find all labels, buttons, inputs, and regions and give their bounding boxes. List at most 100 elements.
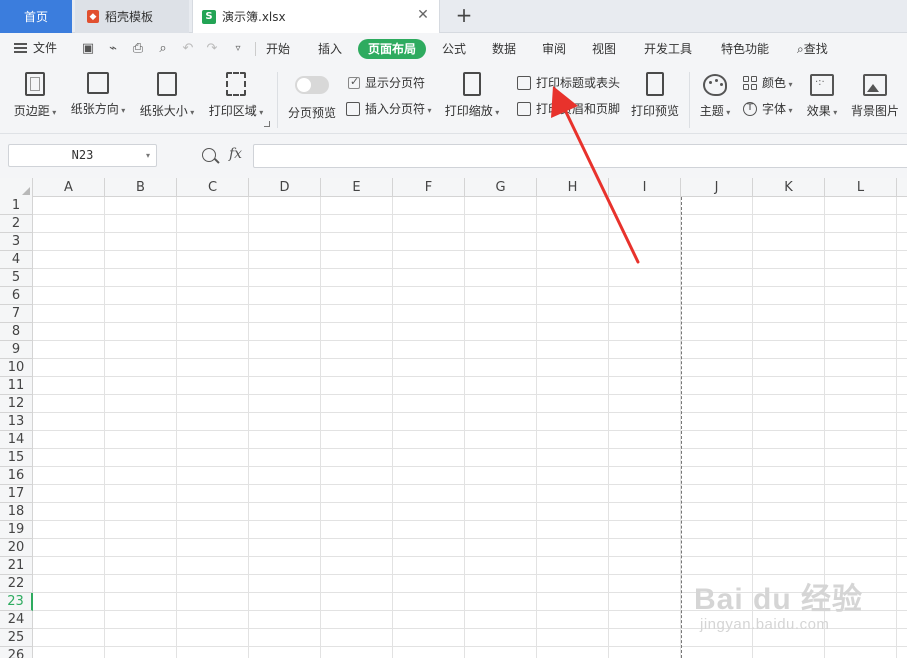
grid-row-line — [33, 502, 907, 503]
row-header[interactable]: 6 — [0, 287, 33, 305]
print-preview-icon — [646, 72, 664, 96]
row-header[interactable]: 19 — [0, 521, 33, 539]
row-header[interactable]: 9 — [0, 341, 33, 359]
tab-docer-templates[interactable]: ◆ 稻壳模板 — [75, 0, 189, 33]
row-header[interactable]: 18 — [0, 503, 33, 521]
print-titles-button[interactable]: 打印标题或表头 — [517, 74, 620, 91]
row-header[interactable]: 3 — [0, 233, 33, 251]
tab-developer-tools[interactable]: 开发工具 — [644, 39, 692, 59]
redo-icon[interactable]: ↷ — [204, 41, 220, 57]
print-scaling-button[interactable]: 打印缩放 — [442, 72, 502, 119]
row-header[interactable]: 12 — [0, 395, 33, 413]
column-header[interactable]: D — [249, 178, 321, 197]
tab-review[interactable]: 审阅 — [542, 39, 566, 59]
orientation-icon — [87, 72, 109, 94]
print-preview-quick-icon[interactable]: ⌕ — [155, 41, 171, 57]
tab-start[interactable]: 开始 — [266, 39, 290, 59]
page-setup-launcher-icon[interactable] — [264, 121, 270, 127]
menu-divider — [255, 42, 256, 56]
search-button[interactable]: ⌕查找 — [797, 39, 828, 59]
column-header[interactable]: E — [321, 178, 393, 197]
file-menu-button[interactable]: 文件 — [14, 39, 57, 56]
row-header[interactable]: 2 — [0, 215, 33, 233]
column-header[interactable]: A — [33, 178, 105, 197]
print-icon[interactable]: ⎙ — [130, 41, 146, 57]
baidu-watermark: Bai du 经验 jingyan.baidu.com — [694, 574, 863, 633]
name-box-dropdown-icon[interactable]: ▾ — [146, 151, 150, 160]
row-header[interactable]: 21 — [0, 557, 33, 575]
column-header[interactable]: G — [465, 178, 537, 197]
select-all-button[interactable] — [0, 178, 33, 197]
row-header[interactable]: 1 — [0, 197, 33, 215]
tab-view[interactable]: 视图 — [592, 39, 616, 59]
row-header[interactable]: 26 — [0, 647, 33, 658]
tab-insert[interactable]: 插入 — [318, 39, 342, 59]
print-header-footer-button[interactable]: 打印页眉和页脚 — [517, 100, 620, 117]
row-header[interactable]: 24 — [0, 611, 33, 629]
tab-special-features[interactable]: 特色功能 — [721, 39, 769, 59]
grid-column-line — [176, 197, 177, 658]
column-header[interactable]: F — [393, 178, 465, 197]
page-break-preview-button[interactable]: 分页预览 — [284, 72, 340, 121]
save-icon[interactable]: ▣ — [80, 41, 96, 57]
orientation-button[interactable]: 纸张方向 — [68, 72, 128, 117]
grid-column-line — [104, 197, 105, 658]
undo-icon[interactable]: ↶ — [180, 41, 196, 57]
row-header[interactable]: 13 — [0, 413, 33, 431]
grid-column-line — [464, 197, 465, 658]
format-painter-icon[interactable]: ⌁ — [105, 41, 121, 57]
column-header[interactable]: K — [753, 178, 825, 197]
tab-workbook[interactable]: S 演示簿.xlsx ✕ — [192, 0, 440, 33]
tab-formulas[interactable]: 公式 — [442, 39, 466, 59]
grid-row-line — [33, 556, 907, 557]
row-header[interactable]: 14 — [0, 431, 33, 449]
row-header[interactable]: 16 — [0, 467, 33, 485]
column-header[interactable]: I — [609, 178, 681, 197]
row-header[interactable]: 15 — [0, 449, 33, 467]
insert-function-button[interactable]: fx — [229, 146, 242, 162]
formula-input[interactable] — [253, 144, 907, 168]
tab-page-layout[interactable]: 页面布局 — [358, 39, 427, 59]
tab-bar: 首页 ◆ 稻壳模板 S 演示簿.xlsx ✕ + — [0, 0, 907, 33]
row-header[interactable]: 11 — [0, 377, 33, 395]
print-preview-label: 打印预览 — [630, 104, 679, 118]
print-preview-button[interactable]: 打印预览 — [627, 72, 683, 119]
row-header[interactable]: 8 — [0, 323, 33, 341]
paper-size-button[interactable]: 纸张大小 — [137, 72, 197, 119]
customize-quick-access-icon[interactable]: ▿ — [230, 41, 246, 57]
row-header[interactable]: 10 — [0, 359, 33, 377]
tab-data[interactable]: 数据 — [492, 39, 516, 59]
zoom-icon[interactable] — [202, 148, 216, 162]
row-header[interactable]: 5 — [0, 269, 33, 287]
column-header[interactable]: C — [177, 178, 249, 197]
row-header[interactable]: 20 — [0, 539, 33, 557]
tab-home[interactable]: 首页 — [0, 0, 72, 33]
colors-label: 颜色 — [762, 74, 793, 91]
row-header[interactable]: 25 — [0, 629, 33, 647]
insert-page-break-icon — [346, 101, 360, 116]
row-header[interactable]: 17 — [0, 485, 33, 503]
theme-button[interactable]: 主题 — [696, 74, 734, 119]
background-image-button[interactable]: 背景图片 — [848, 74, 902, 119]
column-header[interactable]: B — [105, 178, 177, 197]
column-header[interactable]: J — [681, 178, 753, 197]
grid-row-line — [33, 304, 907, 305]
docer-logo-icon: ◆ — [87, 10, 99, 23]
column-header[interactable]: H — [537, 178, 609, 197]
row-header[interactable]: 22 — [0, 575, 33, 593]
column-header[interactable]: L — [825, 178, 897, 197]
name-box[interactable]: N23 — [8, 144, 157, 167]
row-header[interactable]: 4 — [0, 251, 33, 269]
close-icon[interactable]: ✕ — [416, 8, 430, 22]
new-tab-button[interactable]: + — [452, 4, 476, 28]
effects-button[interactable]: 效果 — [803, 74, 841, 119]
print-area-button[interactable]: 打印区域 — [206, 72, 266, 119]
fonts-button[interactable]: T 字体 — [743, 100, 793, 117]
page-break-preview-toggle[interactable] — [295, 76, 329, 94]
show-page-breaks-checkbox[interactable]: 显示分页符 — [348, 74, 425, 91]
row-header[interactable]: 23 — [0, 593, 33, 611]
margins-button[interactable]: 页边距 — [10, 72, 60, 119]
insert-page-break-button[interactable]: 插入分页符 — [346, 100, 432, 117]
row-header[interactable]: 7 — [0, 305, 33, 323]
colors-button[interactable]: 颜色 — [743, 74, 793, 91]
